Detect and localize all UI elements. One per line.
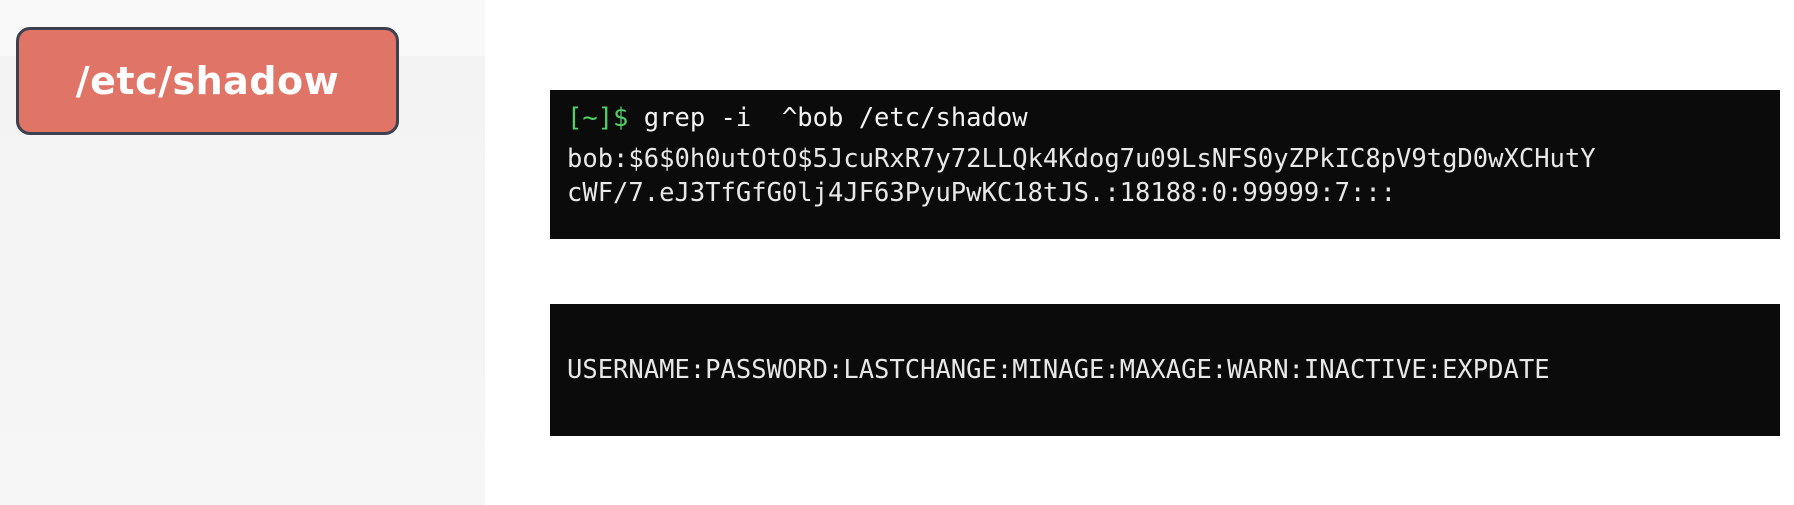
terminal-command-output: [~]$ grep -i ^bob /etc/shadow bob:$6$0h0… [550,90,1780,239]
title-badge-label: /etc/shadow [75,59,340,103]
output-line-1: bob:$6$0h0utOtO$5JcuRxR7y72LLQk4Kdog7u09… [567,144,1596,174]
shell-prompt: [~]$ [567,103,629,133]
command-line: [~]$ grep -i ^bob /etc/shadow [567,100,1780,136]
shadow-field-format: USERNAME:PASSWORD:LASTCHANGE:MINAGE:MAXA… [567,355,1550,385]
command-text: grep -i ^bob /etc/shadow [628,103,1028,133]
terminal-field-format: USERNAME:PASSWORD:LASTCHANGE:MINAGE:MAXA… [550,304,1780,436]
output-line-2: cWF/7.eJ3TfGfG0lj4JF63PyuPwKC18tJS.:1818… [567,178,1397,208]
command-output: bob:$6$0h0utOtO$5JcuRxR7y72LLQk4Kdog7u09… [567,142,1780,210]
title-badge: /etc/shadow [16,27,399,135]
